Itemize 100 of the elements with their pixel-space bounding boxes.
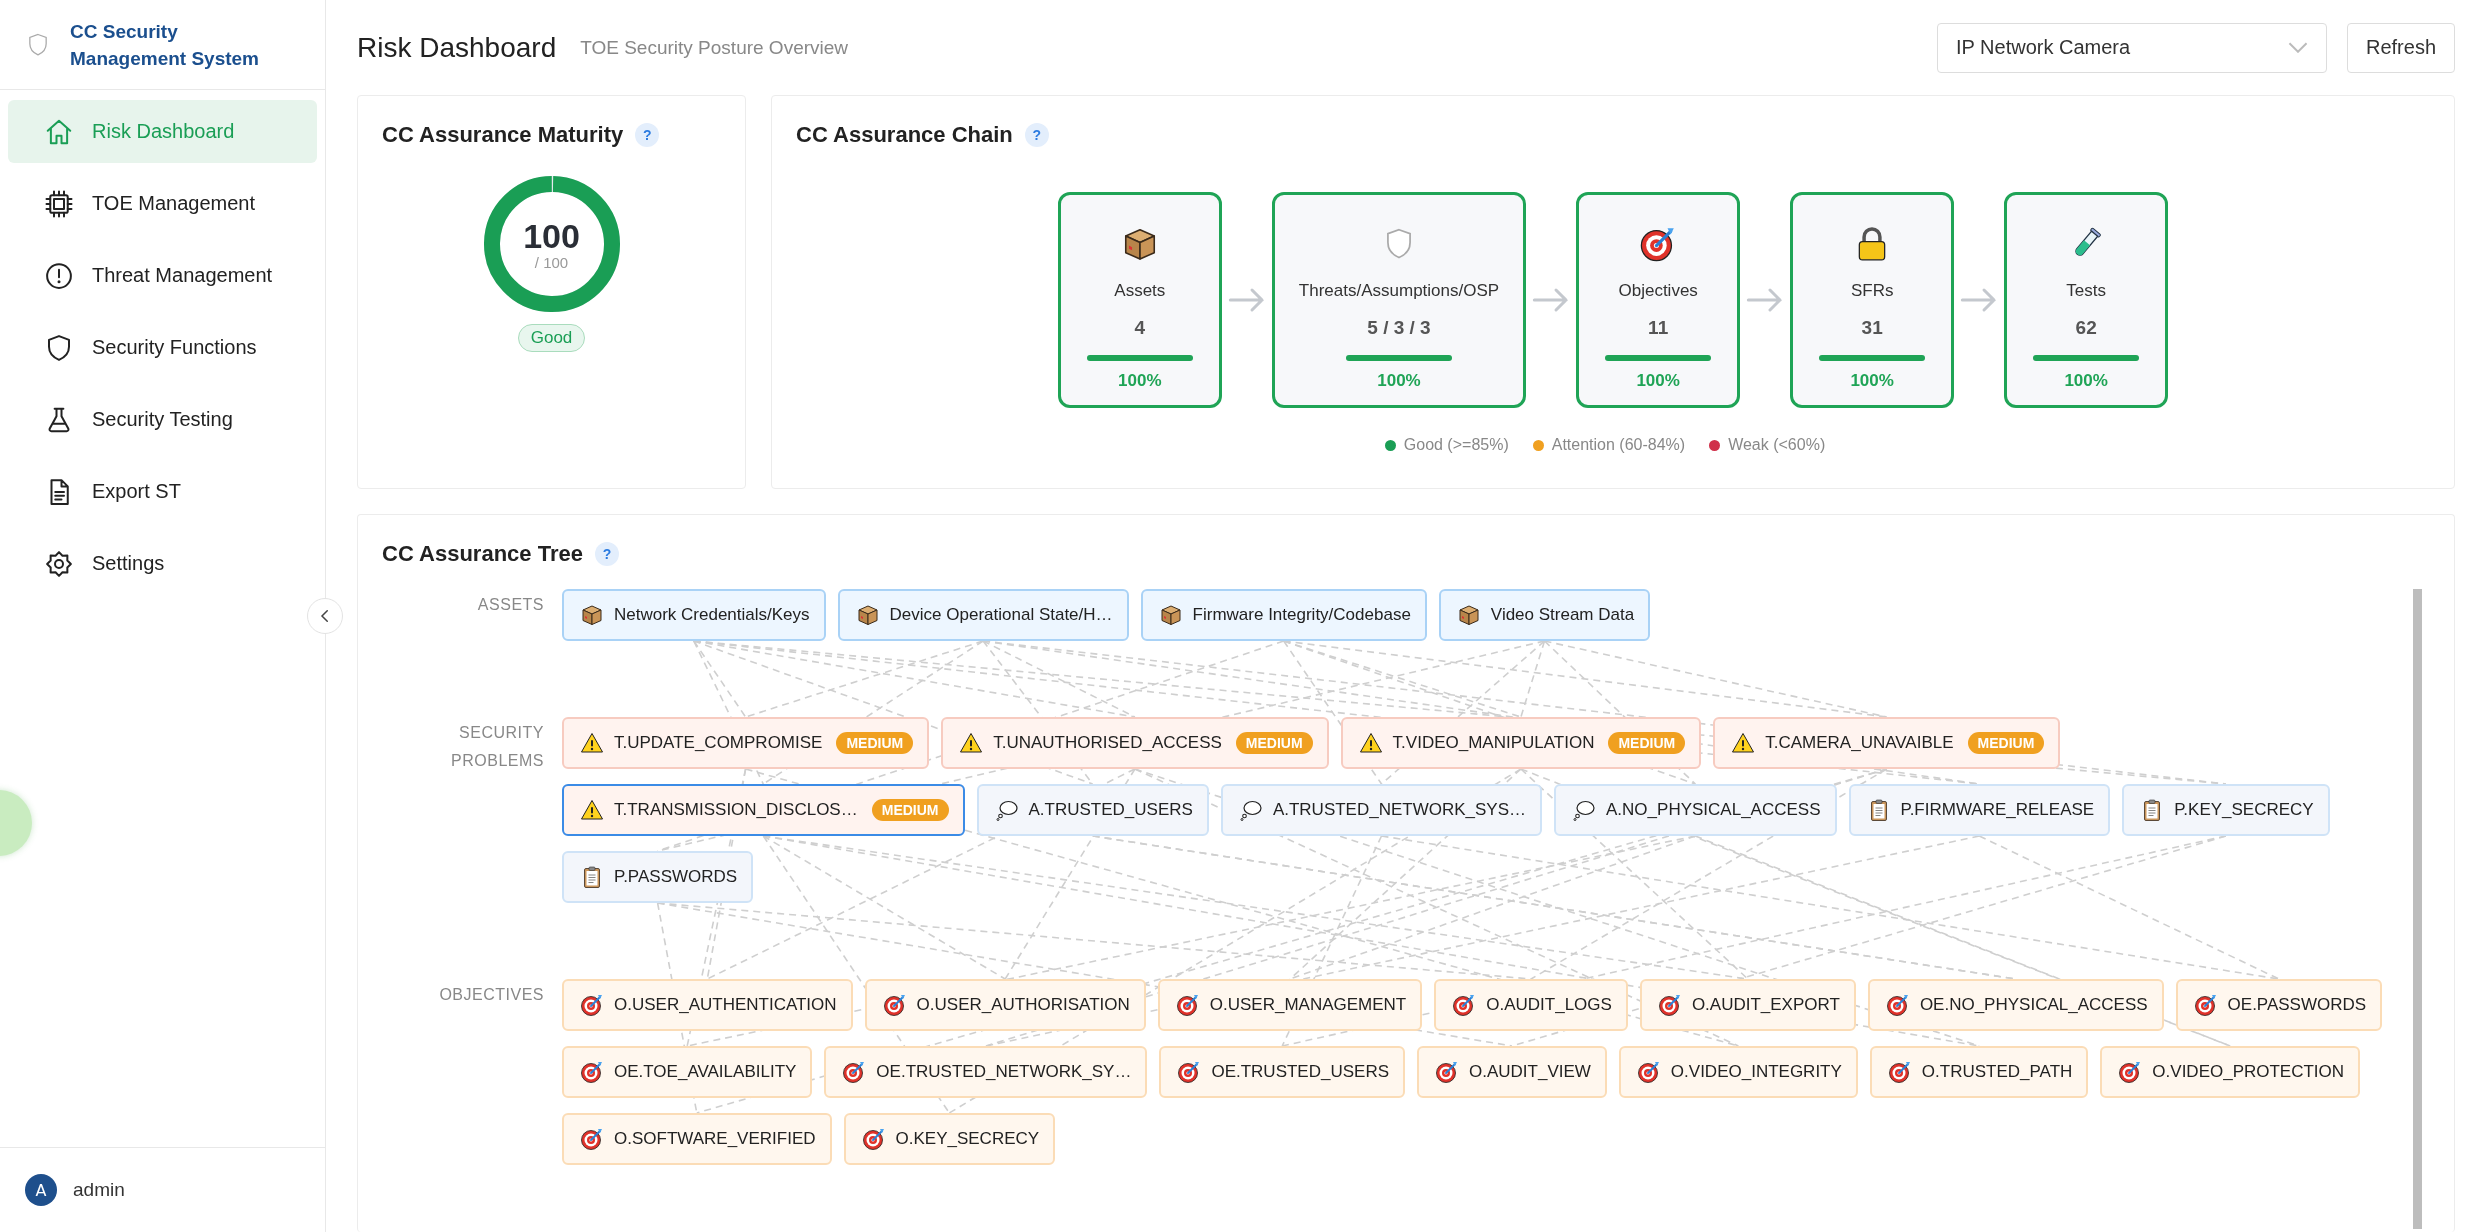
tree-node[interactable]: T.UNAUTHORISED_ACCESS MEDIUM	[941, 717, 1329, 769]
severity-badge: MEDIUM	[1967, 732, 2045, 754]
target-icon	[1177, 1060, 1202, 1084]
tree-node[interactable]: Firmware Integrity/Codebase	[1140, 589, 1427, 641]
nav-item[interactable]: Threat Management	[8, 244, 317, 307]
tree-node[interactable]: O.USER_MANAGEMENT	[1157, 979, 1423, 1031]
group-label: OBJECTIVES	[438, 985, 544, 1005]
tree-node[interactable]: T.CAMERA_UNAVAIBLE MEDIUM	[1713, 717, 2061, 769]
help-button[interactable]: ?	[635, 123, 660, 147]
tree-node[interactable]: O.KEY_SECRECY	[843, 1113, 1056, 1165]
chevron-down-icon	[2287, 42, 2308, 53]
stage-label: Objectives	[1618, 281, 1698, 301]
thought-bubble-icon	[994, 798, 1019, 822]
tree-node[interactable]: Video Stream Data	[1438, 589, 1651, 641]
page-subtitle: TOE Security Posture Overview	[580, 36, 849, 59]
tree-node[interactable]: A.NO_PHYSICAL_ACCESS	[1554, 784, 1837, 836]
stage-label: Tests	[2066, 281, 2106, 301]
target-icon	[1657, 993, 1682, 1017]
tree-node[interactable]: O.VIDEO_INTEGRITY	[1618, 1046, 1858, 1098]
tree-node[interactable]: O.USER_AUTHORISATION	[864, 979, 1146, 1031]
severity-badge: MEDIUM	[871, 799, 949, 821]
tree-node[interactable]: T.UPDATE_COMPROMISE MEDIUM	[562, 717, 930, 769]
nav-item[interactable]: Security Testing	[8, 388, 317, 451]
target-icon	[580, 1127, 604, 1151]
help-button[interactable]: ?	[1024, 123, 1049, 147]
stage-card[interactable]: SFRs 31 100%	[1790, 192, 1955, 408]
tree-node[interactable]: T.VIDEO_MANIPULATION MEDIUM	[1340, 717, 1702, 769]
alert-icon	[44, 260, 74, 291]
tree-node[interactable]: A.TRUSTED_USERS	[976, 784, 1209, 836]
legend-label: Good (>=85%)	[1403, 436, 1509, 454]
tree-node[interactable]: OE.PASSWORDS	[2175, 979, 2383, 1031]
card-title: CC Assurance Chain	[796, 122, 1013, 148]
stage-value: 62	[2075, 317, 2097, 339]
refresh-button[interactable]: Refresh	[2346, 22, 2455, 73]
settings-icon	[44, 548, 74, 579]
legend-label: Weak (<60%)	[1728, 436, 1826, 454]
tree-node[interactable]: P.PASSWORDS	[562, 851, 754, 903]
target-icon	[580, 993, 604, 1017]
nav-item[interactable]: Security Functions	[8, 316, 317, 379]
tree-node[interactable]: O.AUDIT_EXPORT	[1639, 979, 1856, 1031]
toe-select[interactable]: IP Network Camera	[1936, 22, 2327, 73]
nav-item[interactable]: TOE Management	[8, 172, 317, 235]
warning-icon	[580, 731, 604, 755]
stage-percent: 100%	[2064, 371, 2108, 391]
stage-card[interactable]: Tests 62 100%	[2004, 192, 2169, 408]
warning-icon	[580, 798, 604, 822]
scrollbar[interactable]	[2413, 589, 2422, 1229]
stage-card[interactable]: Threats/Assumptions/OSP 5 / 3 / 3 100%	[1271, 192, 1527, 408]
box-icon	[1456, 603, 1481, 627]
stage-card[interactable]: Assets 4 100%	[1057, 192, 1222, 408]
target-icon	[861, 1127, 886, 1151]
group-label: SECURITY PROBLEMS	[450, 723, 544, 771]
stage-percent: 100%	[1850, 371, 1894, 391]
stage-value: 31	[1861, 317, 1883, 339]
box-icon	[855, 603, 880, 627]
box-icon	[580, 603, 604, 627]
stage-value: 5 / 3 / 3	[1367, 317, 1431, 339]
tree-node[interactable]: P.FIRMWARE_RELEASE	[1848, 784, 2111, 836]
warning-icon	[1731, 731, 1756, 755]
thought-bubble-icon	[1238, 798, 1263, 822]
rating-badge: Good	[517, 324, 586, 352]
tree-node[interactable]: O.AUDIT_LOGS	[1434, 979, 1628, 1031]
collapse-button[interactable]	[307, 598, 343, 634]
warning-icon	[959, 731, 984, 755]
tree-node[interactable]: Network Credentials/Keys	[562, 589, 826, 641]
stage-card[interactable]: Objectives 11 100%	[1576, 192, 1741, 408]
tree-node[interactable]: P.KEY_SECRECY	[2122, 784, 2330, 836]
stage-percent: 100%	[1118, 371, 1162, 391]
target-icon	[1636, 1060, 1661, 1084]
stage-percent: 100%	[1636, 371, 1680, 391]
tree-node[interactable]: O.SOFTWARE_VERIFIED	[562, 1113, 832, 1165]
target-icon	[2118, 1060, 2143, 1084]
target-icon	[580, 1060, 604, 1084]
warning-icon	[1358, 731, 1383, 755]
severity-badge: MEDIUM	[1608, 732, 1686, 754]
tree-node[interactable]: OE.NO_PHYSICAL_ACCESS	[1867, 979, 2164, 1031]
chip-icon	[44, 188, 74, 219]
app-title: CC Security Management System	[70, 19, 260, 71]
stage-value: 11	[1648, 317, 1669, 339]
tree-node[interactable]: O.USER_AUTHENTICATION	[562, 979, 853, 1031]
user-name: admin	[73, 1179, 125, 1201]
target-icon	[1175, 993, 1200, 1017]
target-icon	[1887, 1060, 1912, 1084]
stage-label: SFRs	[1850, 281, 1894, 301]
card-title: CC Assurance Tree	[382, 541, 583, 567]
stage-label: Threats/Assumptions/OSP	[1298, 281, 1500, 301]
tree-node[interactable]: OE.TOE_AVAILABILITY	[562, 1046, 813, 1098]
tree-node[interactable]: O.VIDEO_PROTECTION	[2100, 1046, 2361, 1098]
legend-label: Attention (60-84%)	[1551, 436, 1686, 454]
tree-node[interactable]: Device Operational State/H…	[837, 589, 1129, 641]
tree-node[interactable]: OE.TRUSTED_USERS	[1159, 1046, 1405, 1098]
tree-node[interactable]: A.TRUSTED_NETWORK_SYS…	[1220, 784, 1543, 836]
help-button[interactable]: ?	[594, 542, 619, 566]
tree-node[interactable]: OE.TRUSTED_NETWORK_SY…	[824, 1046, 1148, 1098]
severity-badge: MEDIUM	[1235, 732, 1313, 754]
nav-item[interactable]: Export ST	[8, 460, 317, 523]
nav-item[interactable]: Settings	[8, 532, 317, 595]
tree-node[interactable]: O.AUDIT_VIEW	[1417, 1046, 1607, 1098]
tree-node[interactable]: O.TRUSTED_PATH	[1869, 1046, 2089, 1098]
tree-node[interactable]: T.TRANSMISSION_DISCLOS… MEDIUM	[562, 784, 965, 836]
